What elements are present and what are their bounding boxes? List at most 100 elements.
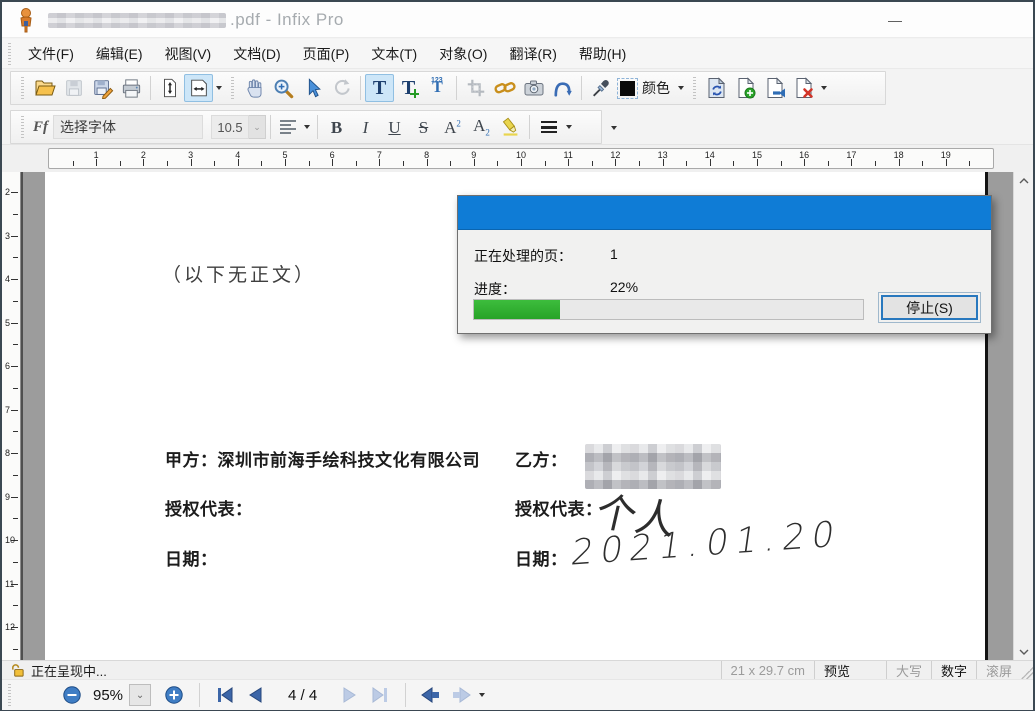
curve-tool-button[interactable] <box>548 74 577 102</box>
preview-toggle[interactable]: 预览 <box>814 661 886 679</box>
text-tool-glyph: T <box>373 78 386 98</box>
zoom-in-icon <box>164 685 184 705</box>
doc-party-a: 甲方：深圳市前海手绘科技文化有限公司 <box>165 446 480 471</box>
save-button[interactable] <box>59 74 88 102</box>
fit-page-width-button[interactable] <box>184 74 213 102</box>
font-name-input[interactable]: 选择字体 <box>53 115 203 139</box>
align-dropdown[interactable] <box>304 125 310 129</box>
cursor-arrow-icon <box>302 77 324 99</box>
bold-button[interactable]: B <box>322 113 351 141</box>
snapshot-button[interactable] <box>519 74 548 102</box>
minimize-button[interactable]: — <box>880 8 910 32</box>
line-weight-dropdown[interactable] <box>566 125 572 129</box>
fit-height-icon <box>159 77 181 99</box>
add-text-button[interactable]: T <box>394 74 423 102</box>
text-tool-button[interactable]: T <box>365 74 394 102</box>
next-page-button[interactable] <box>335 683 365 707</box>
hand-icon <box>243 77 266 100</box>
last-page-button[interactable] <box>365 683 395 707</box>
menu-help[interactable]: 帮助(H) <box>568 40 637 68</box>
menu-document[interactable]: 文档(D) <box>222 40 291 68</box>
v-ruler: 23456789101112 <box>2 172 21 660</box>
progress-bar-fill <box>474 300 560 319</box>
status-message: 正在呈现中... <box>31 661 107 680</box>
menu-file[interactable]: 文件(F) <box>17 40 85 68</box>
processing-page-label: 正在处理的页： <box>474 246 572 266</box>
menu-translate[interactable]: 翻译(R) <box>498 40 567 68</box>
extract-page-button[interactable] <box>760 74 789 102</box>
zoom-in-button[interactable] <box>159 683 189 707</box>
delete-page-button[interactable] <box>789 74 818 102</box>
scroll-down-button[interactable] <box>1014 643 1033 660</box>
highlight-button[interactable] <box>496 113 525 141</box>
toolbar-grip[interactable] <box>231 77 234 99</box>
ruler-row: 12345678910111213141516171819 <box>2 145 1033 172</box>
pages-dropdown[interactable] <box>821 86 827 90</box>
separator <box>529 115 530 139</box>
toolbar-grip[interactable] <box>21 116 24 138</box>
menubar-grip[interactable] <box>8 43 11 65</box>
underline-glyph: U <box>388 119 400 136</box>
resize-grip[interactable] <box>1021 661 1033 679</box>
view-forward-button[interactable] <box>446 683 476 707</box>
zoom-tool-button[interactable] <box>269 74 298 102</box>
h-ruler: 12345678910111213141516171819 <box>48 148 994 169</box>
menu-page[interactable]: 页面(P) <box>292 40 361 68</box>
processing-page-value: 1 <box>610 246 618 262</box>
toolbar-overflow-dropdown[interactable] <box>611 126 617 130</box>
zoom-level-dropdown[interactable]: ⌄ <box>129 684 151 706</box>
reflow-page-button[interactable] <box>702 74 731 102</box>
rotate-tool-button[interactable] <box>327 74 356 102</box>
font-size-dropdown[interactable]: ⌄ <box>249 115 266 139</box>
menu-object[interactable]: 对象(O) <box>428 40 498 68</box>
toolbar-grip[interactable] <box>21 77 24 99</box>
first-page-button[interactable] <box>210 683 240 707</box>
color-picker-button[interactable]: 颜色 <box>615 74 675 102</box>
line-weight-button[interactable] <box>534 113 563 141</box>
document-viewport: 23456789101112 （以下无正文） 甲方：深圳市前海手绘科技文化有限公… <box>2 172 1033 660</box>
align-button[interactable] <box>275 113 301 141</box>
menu-view[interactable]: 视图(V) <box>154 40 223 68</box>
crop-tool-button[interactable] <box>461 74 490 102</box>
app-icon <box>14 7 38 33</box>
save-as-button[interactable] <box>88 74 117 102</box>
nav-dropdown[interactable] <box>479 693 485 697</box>
menu-edit[interactable]: 编辑(E) <box>85 40 154 68</box>
fit-page-height-button[interactable] <box>155 74 184 102</box>
zoom-mode-dropdown[interactable] <box>216 86 222 90</box>
italic-button[interactable]: I <box>351 113 380 141</box>
format-panel: Ff 选择字体 10.5 ⌄ B I U S A2 <box>10 110 602 144</box>
stop-button[interactable]: 停止(S) <box>881 295 978 320</box>
dialog-title-bar[interactable] <box>458 196 991 230</box>
superscript-button[interactable]: A2 <box>438 113 467 141</box>
open-file-button[interactable] <box>30 74 59 102</box>
strikethrough-button[interactable]: S <box>409 113 438 141</box>
strike-glyph: S <box>419 119 428 136</box>
stop-button-focus-ring: 停止(S) <box>878 292 981 323</box>
line-weight-icon <box>539 119 559 135</box>
print-button[interactable] <box>117 74 146 102</box>
caps-lock-indicator: 大写 <box>886 661 931 679</box>
eyedropper-button[interactable] <box>586 74 615 102</box>
scroll-up-button[interactable] <box>1014 172 1033 189</box>
font-size-input[interactable]: 10.5 <box>211 115 249 139</box>
link-tool-button[interactable] <box>490 74 519 102</box>
scroll-lock-indicator: 滚屏 <box>976 661 1021 679</box>
previous-page-button[interactable] <box>240 683 270 707</box>
text-numbering-button[interactable]: 123 T <box>423 74 452 102</box>
main-toolbar: T T 123 T <box>2 69 1033 108</box>
view-back-button[interactable] <box>416 683 446 707</box>
hand-tool-button[interactable] <box>240 74 269 102</box>
separator <box>150 76 151 100</box>
zoom-out-button[interactable] <box>57 683 87 707</box>
toolbar-grip[interactable] <box>693 77 696 99</box>
select-tool-button[interactable] <box>298 74 327 102</box>
toolbar-grip[interactable] <box>8 684 11 706</box>
vertical-scrollbar[interactable] <box>1013 172 1033 660</box>
color-dropdown[interactable] <box>678 86 684 90</box>
insert-page-button[interactable] <box>731 74 760 102</box>
zoom-level-value: 95% <box>93 687 123 704</box>
subscript-button[interactable]: A2 <box>467 113 496 141</box>
menu-text[interactable]: 文本(T) <box>360 40 428 68</box>
underline-button[interactable]: U <box>380 113 409 141</box>
